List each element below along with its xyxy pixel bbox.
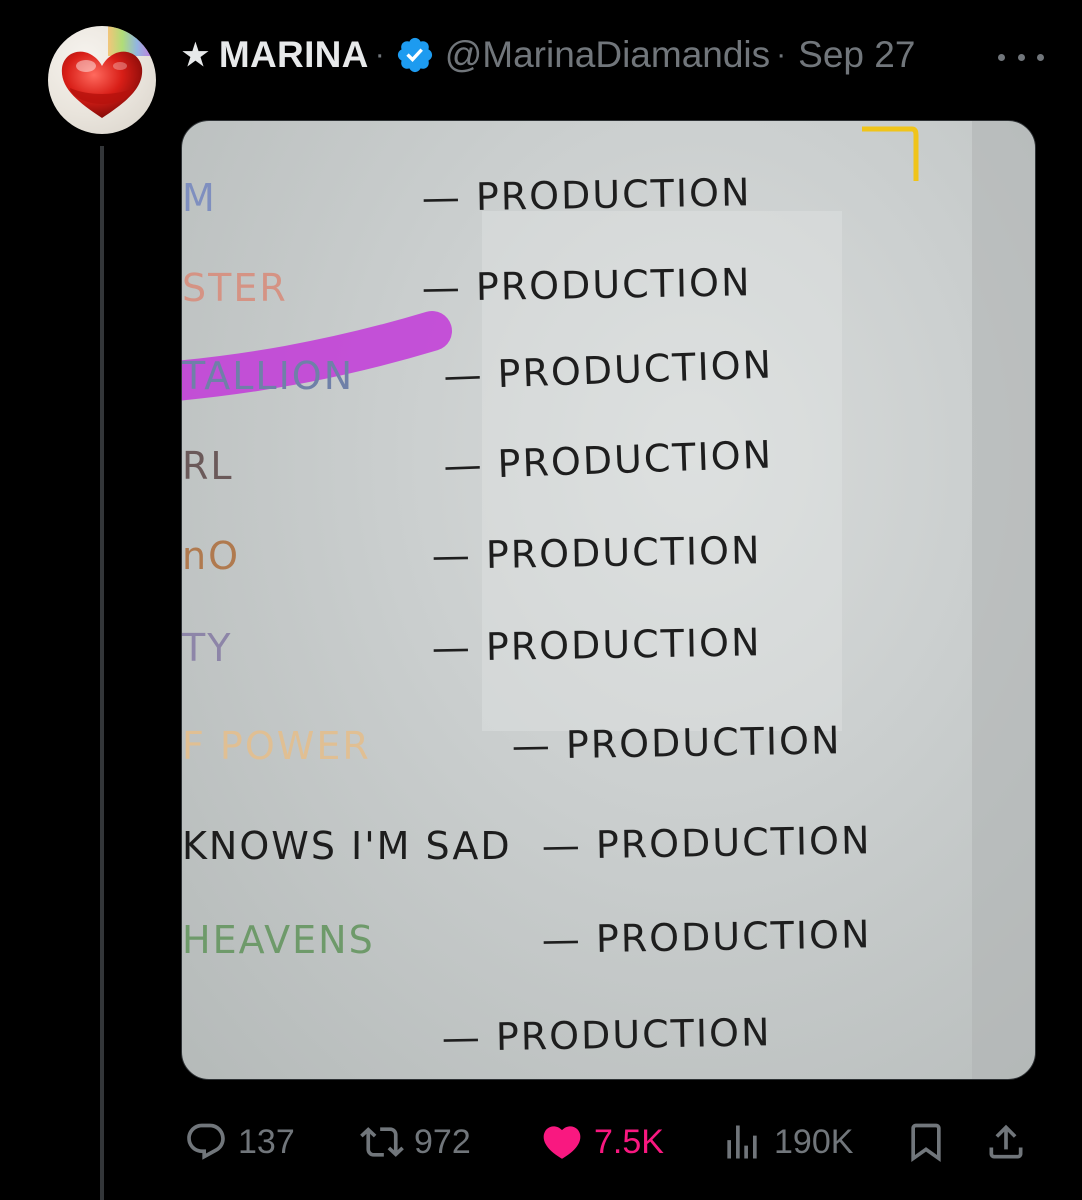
tweet-actions: 137 972 7.5K 190K	[184, 1112, 1034, 1172]
tweet-image[interactable]: M — PRODUCTION STER — PRODUCTION TALLION — PR…	[181, 120, 1036, 1080]
whiteboard-production-label: — PRODUCTION	[421, 170, 751, 220]
tweet-header: ★ MARINA · @MarinaDiamandis · Sep 27	[182, 30, 1052, 80]
more-icon[interactable]	[998, 42, 1044, 72]
whiteboard-song-title: TALLION	[182, 354, 354, 398]
display-name[interactable]: MARINA	[219, 34, 369, 76]
whiteboard-production-label: — PRODUCTION	[431, 620, 761, 670]
separator-dot: ·	[374, 38, 385, 71]
bookmark-button[interactable]	[904, 1112, 948, 1172]
whiteboard-song-title: RL	[182, 444, 234, 488]
bookmark-icon	[911, 1123, 941, 1163]
whiteboard-song-title: F POWER	[182, 724, 371, 768]
whiteboard-song-title: STER	[182, 266, 288, 310]
whiteboard-song-title: HEAVENS	[182, 918, 375, 962]
whiteboard-song-title: KNOWS I'M SAD	[182, 824, 512, 868]
whiteboard-production-label: — PRODUCTION	[431, 528, 761, 578]
reply-button[interactable]: 137	[184, 1112, 295, 1172]
whiteboard-production-label: — PRODUCTION	[421, 260, 751, 310]
share-button[interactable]	[984, 1112, 1028, 1172]
whiteboard-production-label: — PRODUCTION	[541, 912, 871, 962]
share-icon	[989, 1124, 1023, 1159]
whiteboard-production-label: — PRODUCTION	[441, 1010, 771, 1060]
like-count: 7.5K	[594, 1122, 664, 1161]
whiteboard-song-title: TY	[182, 626, 232, 670]
views-button[interactable]: 190K	[720, 1112, 853, 1172]
name-prefix-star: ★	[182, 38, 209, 72]
tweet-date[interactable]: Sep 27	[798, 34, 915, 76]
repost-icon	[360, 1127, 404, 1157]
like-heart-icon	[543, 1126, 581, 1159]
avatar-heart-icon	[61, 26, 156, 119]
separator-dot: ·	[776, 38, 787, 71]
repost-count: 972	[414, 1122, 471, 1161]
whiteboard-production-label: — PRODUCTION	[511, 718, 841, 768]
avatar[interactable]	[48, 26, 156, 134]
repost-button[interactable]: 972	[360, 1112, 471, 1172]
whiteboard-song-title: nO	[182, 534, 240, 578]
reply-count: 137	[238, 1122, 295, 1161]
thread-line	[100, 146, 104, 1200]
whiteboard-production-label: — PRODUCTION	[541, 818, 871, 868]
views-icon	[727, 1125, 757, 1159]
whiteboard-song-title: M	[182, 176, 217, 220]
whiteboard-drawing: M — PRODUCTION STER — PRODUCTION TALLION — PR…	[182, 121, 1035, 1079]
like-button[interactable]: 7.5K	[540, 1112, 664, 1172]
user-handle[interactable]: @MarinaDiamandis	[445, 34, 770, 76]
views-count: 190K	[774, 1122, 854, 1161]
reply-icon	[187, 1123, 225, 1160]
verified-badge-icon[interactable]	[395, 35, 435, 75]
